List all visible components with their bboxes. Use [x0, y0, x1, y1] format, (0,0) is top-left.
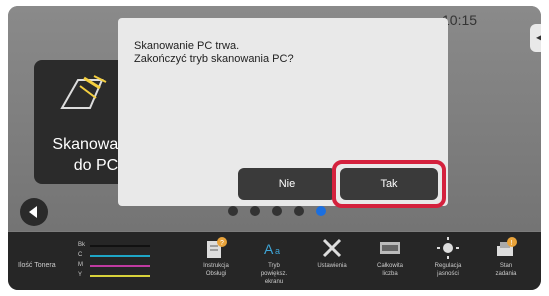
toner-row: Bk — [78, 242, 150, 248]
toolbar-item-counter[interactable]: Całkowita liczba — [360, 232, 420, 290]
toolbar-item-label: Stan zadania — [495, 263, 517, 277]
back-arrow-icon — [29, 206, 37, 218]
settings-icon — [320, 236, 344, 260]
touch-screen: Skanowanie do PC 10:15 ◀ Skanowanie PC t… — [8, 6, 541, 290]
manual-icon: ? — [204, 236, 228, 260]
side-panel-button[interactable]: ◀ — [530, 24, 541, 52]
no-button[interactable]: Nie — [238, 168, 336, 200]
svg-text:a: a — [275, 246, 280, 256]
toner-level-line — [90, 275, 150, 277]
toner-level-line — [90, 255, 150, 257]
toolbar-item-label: Całkowita liczba — [376, 263, 403, 277]
toner-row: Y — [78, 272, 150, 278]
page-dot[interactable] — [250, 206, 260, 216]
toolbar-item-settings[interactable]: Ustawienia — [302, 232, 362, 290]
toner-color-label: Y — [78, 272, 83, 278]
confirm-dialog: Skanowanie PC trwa. Zakończyć tryb skano… — [118, 18, 448, 208]
toolbar-item-label: Regulacja jasności — [434, 263, 462, 277]
bottom-bar: Ilość Tonera Bk C M Y ? Instrukcja Obsługi Aa T… — [8, 232, 541, 290]
zoom-icon: Aa — [262, 236, 286, 260]
svg-text:!: ! — [511, 240, 513, 247]
dialog-message: Skanowanie PC trwa. Zakończyć tryb skano… — [134, 40, 294, 66]
back-button[interactable] — [20, 198, 48, 226]
toner-level-line — [90, 265, 150, 267]
toner-level-label: Ilość Tonera — [18, 262, 56, 269]
home-area: Skanowanie do PC 10:15 ◀ Skanowanie PC t… — [8, 6, 541, 231]
toner-row: M — [78, 262, 150, 268]
page-dot[interactable] — [316, 206, 326, 216]
toner-level-line — [90, 245, 150, 247]
yes-button[interactable]: Tak — [340, 168, 438, 200]
dialog-message-line1: Skanowanie PC trwa. — [134, 40, 240, 52]
toolbar-item-job-status[interactable]: ! Stan zadania — [476, 232, 536, 290]
svg-text:A: A — [264, 241, 274, 257]
brightness-icon — [436, 236, 460, 260]
scanner-icon — [60, 75, 107, 109]
page-dot[interactable] — [272, 206, 282, 216]
arrow-left-icon: ◀ — [536, 30, 541, 44]
toner-row: C — [78, 252, 150, 258]
toolbar-item-label: Tryb powiększ. ekranu — [260, 263, 288, 285]
toolbar-item-label: Ustawienia — [317, 263, 347, 269]
toolbar-item-manual[interactable]: ? Instrukcja Obsługi — [186, 232, 246, 290]
page-dot[interactable] — [228, 206, 238, 216]
toner-color-label: C — [78, 252, 83, 258]
svg-text:?: ? — [220, 240, 224, 247]
toolbar-item-label: Instrukcja Obsługi — [203, 263, 229, 277]
dialog-message-line2: Zakończyć tryb skanowania PC? — [134, 53, 294, 65]
toner-color-label: Bk — [78, 242, 86, 248]
toner-color-label: M — [78, 262, 83, 268]
toolbar-item-zoom[interactable]: Aa Tryb powiększ. ekranu — [244, 232, 304, 290]
page-dot[interactable] — [294, 206, 304, 216]
counter-icon — [378, 236, 402, 260]
toolbar-item-brightness[interactable]: Regulacja jasności — [418, 232, 478, 290]
job-status-icon: ! — [494, 236, 518, 260]
